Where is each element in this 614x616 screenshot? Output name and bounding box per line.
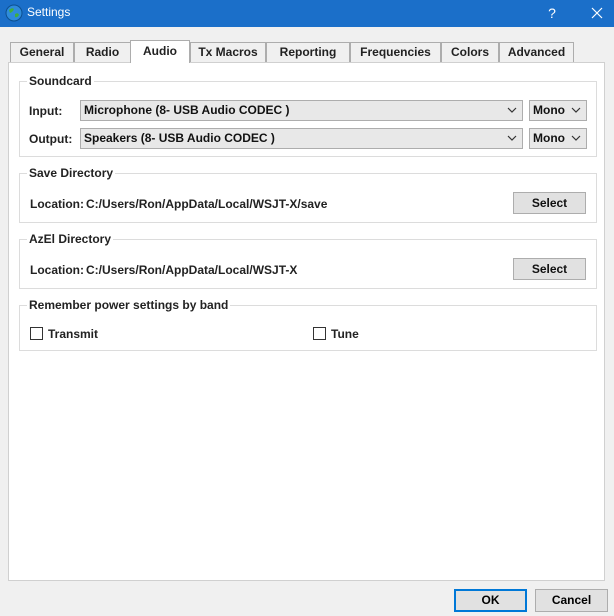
output-channel-select[interactable]: Mono (529, 128, 587, 149)
input-label: Input: (29, 104, 63, 118)
input-device-select[interactable]: Microphone (8- USB Audio CODEC ) (80, 100, 523, 121)
tab-advanced[interactable]: Advanced (499, 42, 574, 62)
tab-reporting[interactable]: Reporting (266, 42, 350, 62)
tab-frequencies[interactable]: Frequencies (350, 42, 441, 62)
save-directory-group: Save Directory Location: C:/Users/Ron/Ap… (19, 166, 597, 223)
azel-directory-select-button[interactable]: Select (513, 258, 586, 280)
azel-directory-group-title: AzEl Directory (27, 232, 114, 246)
chevron-down-icon (507, 135, 517, 141)
azel-directory-group: AzEl Directory Location: C:/Users/Ron/Ap… (19, 232, 597, 289)
audio-settings-panel: Soundcard Input: Microphone (8- USB Audi… (8, 62, 605, 581)
tune-label[interactable]: Tune (331, 327, 359, 341)
save-location-label: Location: (30, 197, 84, 211)
input-channel-select[interactable]: Mono (529, 100, 587, 121)
transmit-checkbox[interactable] (30, 327, 43, 340)
tune-checkbox[interactable] (313, 327, 326, 340)
power-settings-group: Remember power settings by band Transmit… (19, 298, 597, 351)
azel-location-label: Location: (30, 263, 84, 277)
azel-location-value: C:/Users/Ron/AppData/Local/WSJT-X (86, 263, 298, 277)
soundcard-group: Soundcard Input: Microphone (8- USB Audi… (19, 74, 597, 157)
ok-button[interactable]: OK (454, 589, 527, 612)
tab-audio[interactable]: Audio (130, 40, 190, 63)
cancel-button[interactable]: Cancel (535, 589, 608, 612)
tab-tx-macros[interactable]: Tx Macros (190, 42, 266, 62)
close-icon (591, 7, 603, 19)
output-device-value: Speakers (8- USB Audio CODEC ) (84, 131, 275, 145)
output-channel-value: Mono (533, 131, 565, 145)
chevron-down-icon (507, 107, 517, 113)
soundcard-group-title: Soundcard (27, 74, 94, 88)
transmit-label[interactable]: Transmit (48, 327, 98, 341)
output-label: Output: (29, 132, 73, 146)
title-bar[interactable]: Settings ? (0, 0, 614, 27)
window-title: Settings (27, 5, 71, 19)
tab-colors[interactable]: Colors (441, 42, 499, 62)
close-button[interactable] (582, 3, 612, 23)
input-device-value: Microphone (8- USB Audio CODEC ) (84, 103, 290, 117)
input-channel-value: Mono (533, 103, 565, 117)
save-location-value: C:/Users/Ron/AppData/Local/WSJT-X/save (86, 197, 328, 211)
chevron-down-icon (571, 135, 581, 141)
power-settings-group-title: Remember power settings by band (27, 298, 231, 312)
output-device-select[interactable]: Speakers (8- USB Audio CODEC ) (80, 128, 523, 149)
save-directory-select-button[interactable]: Select (513, 192, 586, 214)
tab-general[interactable]: General (10, 42, 74, 62)
tab-radio[interactable]: Radio (74, 42, 131, 62)
help-button[interactable]: ? (537, 3, 567, 23)
chevron-down-icon (571, 107, 581, 113)
globe-icon (5, 4, 23, 22)
save-directory-group-title: Save Directory (27, 166, 116, 180)
